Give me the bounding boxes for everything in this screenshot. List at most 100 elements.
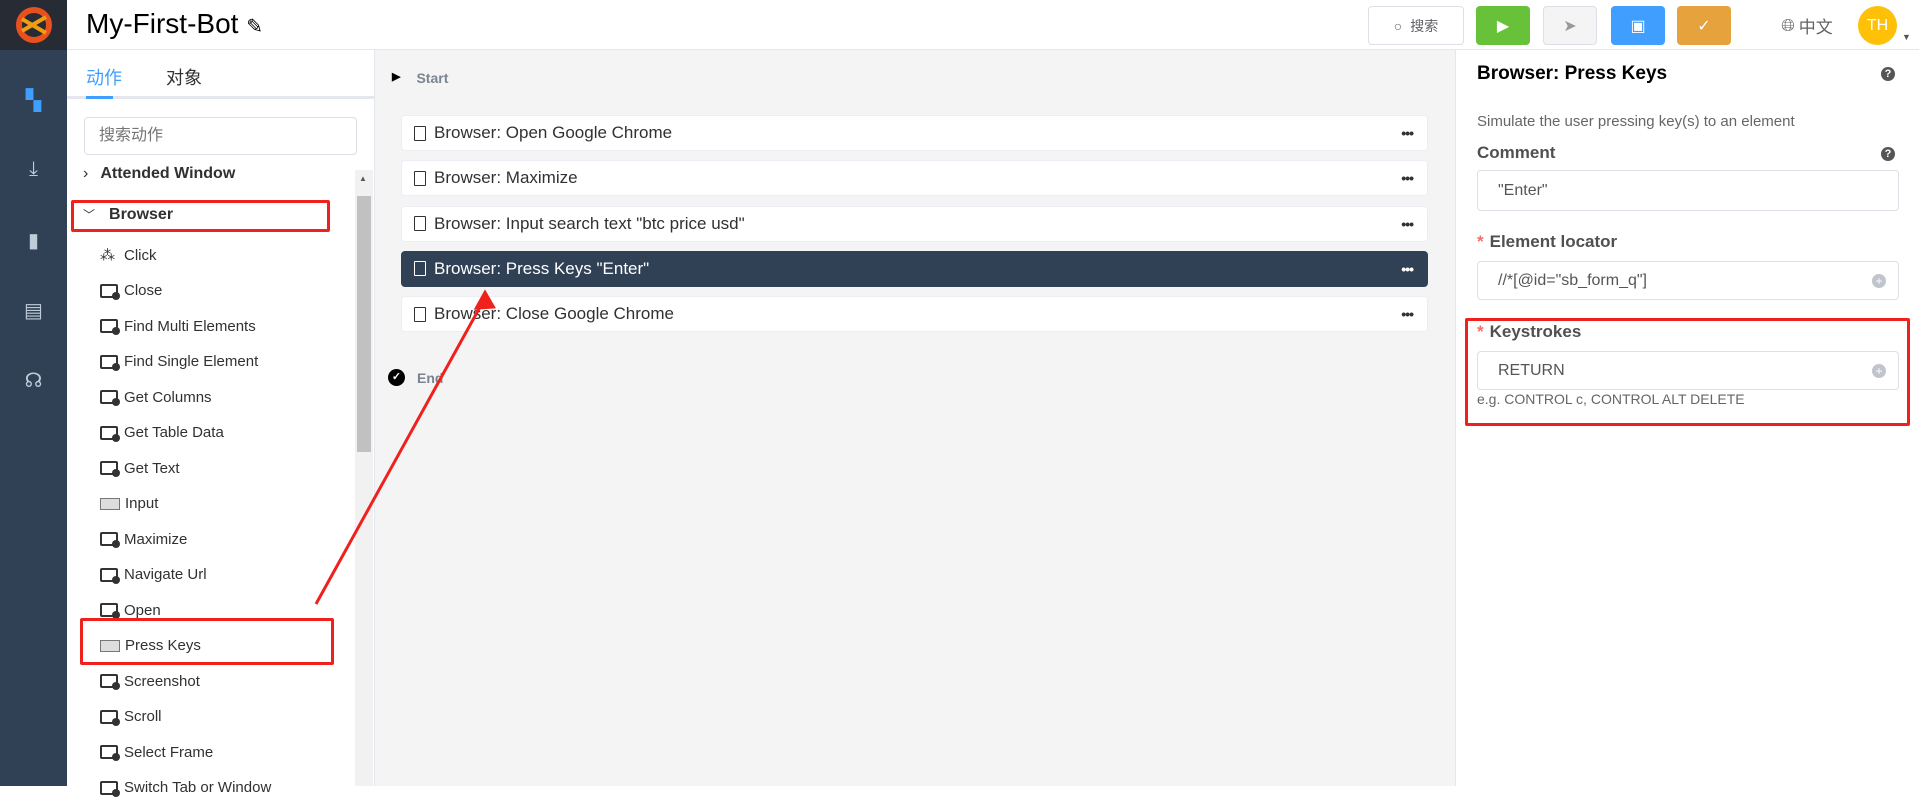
check-circle-icon: ✓ xyxy=(388,369,405,386)
search-label: 搜索 xyxy=(1410,17,1439,34)
browser-icon xyxy=(100,319,120,335)
document-icon xyxy=(414,261,426,277)
highlight-box xyxy=(71,200,330,232)
action-item[interactable]: Get Text xyxy=(100,456,180,480)
flow-end: ✓ End xyxy=(388,369,443,386)
avatar[interactable]: TH xyxy=(1858,6,1897,45)
add-icon[interactable]: + xyxy=(1872,273,1886,288)
flow-step[interactable]: Browser: Close Google Chrome ••• xyxy=(401,296,1428,333)
action-item[interactable]: Get Columns xyxy=(100,385,212,409)
more-icon[interactable]: ••• xyxy=(1401,170,1414,186)
chevron-right-icon: › xyxy=(83,165,89,182)
run-button[interactable]: ▶ xyxy=(1476,6,1530,45)
properties-panel: Browser: Press Keys ? Simulate the user … xyxy=(1455,50,1919,786)
chart-icon[interactable]: ▮ xyxy=(0,228,67,253)
action-item[interactable]: Find Multi Elements xyxy=(100,314,256,338)
scrollbar[interactable]: ▲ xyxy=(355,170,373,786)
action-item-label: Click xyxy=(124,246,157,264)
more-icon[interactable]: ••• xyxy=(1401,216,1414,232)
action-item-label: Open xyxy=(124,601,161,619)
help-icon[interactable]: ? xyxy=(1881,147,1895,161)
action-item-label: Navigate Url xyxy=(124,566,207,583)
send-button[interactable]: ➤ xyxy=(1543,6,1597,45)
action-item-label: Switch Tab or Window xyxy=(124,779,272,796)
document-icon[interactable]: ▤ xyxy=(0,298,67,323)
element-locator-label: * Element locator xyxy=(1477,232,1617,252)
flow-step[interactable]: Browser: Press Keys "Enter" ••• xyxy=(401,250,1428,287)
tab-active-indicator xyxy=(86,96,113,99)
headset-icon[interactable]: ☊ xyxy=(0,368,67,393)
bot-name: My-First-Bot xyxy=(86,8,239,39)
more-icon[interactable]: ••• xyxy=(1401,261,1414,277)
publish-button[interactable]: ✓ xyxy=(1677,6,1731,45)
action-item-label: Screenshot xyxy=(124,672,200,690)
browser-icon xyxy=(100,745,120,761)
document-icon xyxy=(414,216,426,232)
browser-icon xyxy=(100,532,120,548)
action-search-input[interactable] xyxy=(84,117,357,155)
bot-title: My-First-Bot ✎ xyxy=(86,8,263,40)
action-item-label: Get Columns xyxy=(124,388,212,406)
browser-icon xyxy=(100,780,120,797)
action-item[interactable]: Maximize xyxy=(100,527,187,551)
sidebar-nav: ▚ ⤓ ▮ ▤ ☊ xyxy=(0,50,67,786)
end-label: End xyxy=(417,369,444,386)
more-icon[interactable]: ••• xyxy=(1401,125,1414,141)
group-label: Attended Window xyxy=(100,165,236,182)
search-button[interactable]: ○ 搜索 xyxy=(1368,6,1464,45)
locator-value: //*[@id="sb_form_q"] xyxy=(1498,271,1647,289)
action-item[interactable]: Screenshot xyxy=(100,669,200,693)
action-item-label: Get Table Data xyxy=(124,424,224,441)
document-icon xyxy=(414,125,426,141)
comment-textarea[interactable]: "Enter" xyxy=(1477,170,1899,211)
flow-step[interactable]: Browser: Maximize ••• xyxy=(401,160,1428,197)
action-item-label: Maximize xyxy=(124,530,188,548)
help-icon[interactable]: ? xyxy=(1881,67,1895,81)
flow-canvas: ▶ Start Browser: Open Google Chrome ••• Bro… xyxy=(375,50,1455,786)
flow-step[interactable]: Browser: Input search text "btc price us… xyxy=(401,205,1428,242)
tab-actions[interactable]: 动作 xyxy=(86,64,122,90)
avatar-initials: TH xyxy=(1866,16,1889,34)
actions-panel: 动作 对象 ›Attended Window ﹀Browser ⁂ClickCl… xyxy=(67,50,375,797)
action-item[interactable]: Close xyxy=(100,279,162,303)
keyboard-icon xyxy=(100,497,120,510)
comment-value: "Enter" xyxy=(1498,181,1548,199)
group-attended-window[interactable]: › Attended Window xyxy=(83,165,235,183)
send-icon: ➤ xyxy=(1563,17,1577,35)
pencil-icon[interactable]: ✎ xyxy=(246,16,263,38)
dashboard-icon[interactable]: ▚ xyxy=(0,88,67,113)
play-icon: ▶ xyxy=(1496,17,1510,35)
action-item[interactable]: Find Single Element xyxy=(100,350,258,374)
browser-icon xyxy=(100,674,120,690)
highlight-box xyxy=(1465,318,1910,426)
action-item[interactable]: ⁂ Click xyxy=(100,243,157,267)
play-icon: ▶ xyxy=(392,71,401,83)
browser-icon xyxy=(100,354,120,371)
scrollbar-thumb[interactable] xyxy=(357,196,371,452)
save-button[interactable]: ▣ xyxy=(1611,6,1665,45)
browser-icon xyxy=(100,461,120,477)
document-icon xyxy=(414,170,426,186)
caret-down-icon[interactable]: ▼ xyxy=(1902,32,1911,42)
more-icon[interactable]: ••• xyxy=(1401,306,1414,322)
download-icon[interactable]: ⤓ xyxy=(0,158,67,181)
action-item[interactable]: Scroll xyxy=(100,705,162,729)
flow-step[interactable]: Browser: Open Google Chrome ••• xyxy=(401,115,1428,151)
required-mark: * xyxy=(1477,232,1484,251)
tab-objects[interactable]: 对象 xyxy=(166,64,202,90)
scroll-up-icon[interactable]: ▲ xyxy=(359,174,367,183)
action-description: Simulate the user pressing key(s) to an … xyxy=(1477,113,1795,130)
properties-title: Browser: Press Keys xyxy=(1477,63,1668,84)
action-item[interactable]: Input xyxy=(100,492,158,516)
language-switch[interactable]: 🌐︎ 中文 xyxy=(1772,6,1842,45)
flow-start: ▶ Start xyxy=(392,70,448,86)
action-item-label: Close xyxy=(124,282,163,299)
start-label: Start xyxy=(416,70,449,86)
action-item[interactable]: Select Frame xyxy=(100,740,213,764)
browser-icon xyxy=(100,390,120,406)
action-item[interactable]: Navigate Url xyxy=(100,563,207,587)
action-item[interactable]: Get Table Data xyxy=(100,421,224,445)
element-locator-input[interactable]: //*[@id="sb_form_q"] + xyxy=(1477,261,1899,300)
action-item[interactable]: Switch Tab or Window xyxy=(100,776,271,800)
document-icon xyxy=(414,306,426,322)
